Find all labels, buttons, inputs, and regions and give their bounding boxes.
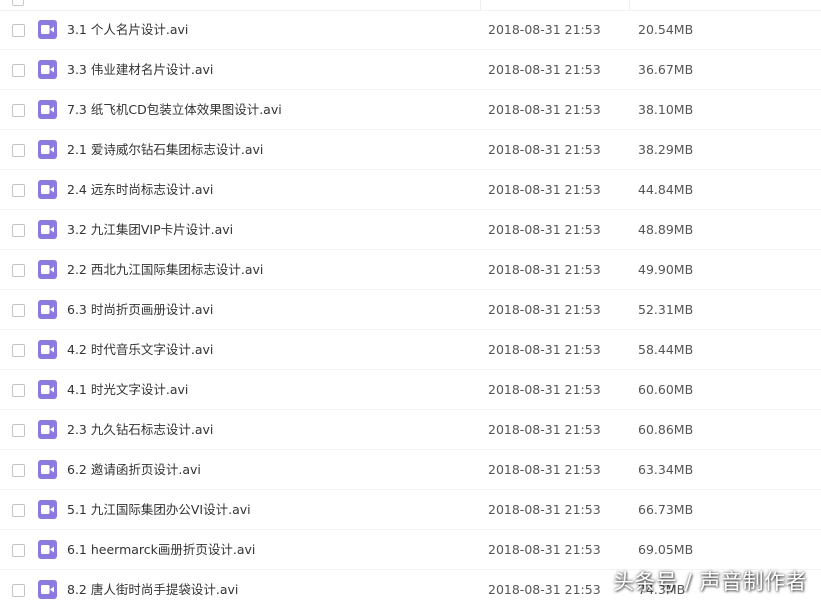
video-file-icon — [38, 460, 57, 479]
video-file-icon — [38, 500, 57, 519]
file-date: 2018-08-31 21:53 — [488, 102, 601, 117]
row-checkbox[interactable] — [12, 504, 25, 517]
video-file-icon — [38, 340, 57, 359]
file-name[interactable]: 2.2 西北九江国际集团标志设计.avi — [67, 250, 263, 290]
row-checkbox[interactable] — [12, 464, 25, 477]
video-file-icon — [38, 300, 57, 319]
file-date: 2018-08-31 21:53 — [488, 462, 601, 477]
file-date: 2018-08-31 21:53 — [488, 222, 601, 237]
video-file-icon — [38, 260, 57, 279]
file-date: 2018-08-31 21:53 — [488, 582, 601, 597]
video-file-icon — [38, 100, 57, 119]
file-date: 2018-08-31 21:53 — [488, 62, 601, 77]
file-name[interactable]: 2.1 爱诗威尔钻石集团标志设计.avi — [67, 130, 263, 170]
file-size: 58.44MB — [638, 342, 694, 357]
file-size: 60.60MB — [638, 382, 694, 397]
file-row[interactable]: 2.1 爱诗威尔钻石集团标志设计.avi 2018-08-31 21:53 38.2… — [0, 130, 821, 170]
file-name[interactable]: 4.2 时代音乐文字设计.avi — [67, 330, 213, 370]
file-row[interactable]: 3.2 九江集团VIP卡片设计.avi 2018-08-31 21:53 48.89… — [0, 210, 821, 250]
row-checkbox[interactable] — [12, 264, 25, 277]
file-size: 38.10MB — [638, 102, 694, 117]
file-name[interactable]: 2.4 远东时尚标志设计.avi — [67, 170, 213, 210]
watermark: 头条号 / 声音制作者 — [613, 570, 807, 594]
file-date: 2018-08-31 21:53 — [488, 342, 601, 357]
video-file-icon — [38, 580, 57, 599]
row-checkbox[interactable] — [12, 544, 25, 557]
file-name[interactable]: 6.2 邀请函折页设计.avi — [67, 450, 201, 490]
row-checkbox[interactable] — [12, 424, 25, 437]
file-name[interactable]: 7.3 纸飞机CD包装立体效果图设计.avi — [67, 90, 282, 130]
row-checkbox[interactable] — [12, 304, 25, 317]
file-list: 3.1 个人名片设计.avi 2018-08-31 21:53 20.54MB 3.3… — [0, 0, 821, 602]
file-name[interactable]: 6.1 heermarck画册折页设计.avi — [67, 530, 255, 570]
video-file-icon — [38, 420, 57, 439]
file-date: 2018-08-31 21:53 — [488, 422, 601, 437]
file-size: 69.05MB — [638, 542, 694, 557]
row-checkbox[interactable] — [12, 584, 25, 597]
file-size: 66.73MB — [638, 502, 694, 517]
file-size: 38.29MB — [638, 142, 694, 157]
video-file-icon — [38, 380, 57, 399]
file-row[interactable]: 2.4 远东时尚标志设计.avi 2018-08-31 21:53 44.84MB — [0, 170, 821, 210]
file-row[interactable]: 5.1 九江国际集团办公VI设计.avi 2018-08-31 21:53 66.7… — [0, 490, 821, 530]
file-row[interactable]: 3.3 伟业建材名片设计.avi 2018-08-31 21:53 36.67MB — [0, 50, 821, 90]
column-divider[interactable] — [480, 0, 481, 10]
file-name[interactable]: 5.1 九江国际集团办公VI设计.avi — [67, 490, 251, 530]
file-size: 20.54MB — [638, 22, 694, 37]
row-checkbox[interactable] — [12, 64, 25, 77]
file-row[interactable]: 6.1 heermarck画册折页设计.avi 2018-08-31 21:53 6… — [0, 530, 821, 570]
file-name[interactable]: 3.3 伟业建材名片设计.avi — [67, 50, 213, 90]
video-file-icon — [38, 20, 57, 39]
file-size: 63.34MB — [638, 462, 694, 477]
file-name[interactable]: 8.2 唐人街时尚手提袋设计.avi — [67, 570, 238, 602]
video-file-icon — [38, 140, 57, 159]
file-name[interactable]: 4.1 时光文字设计.avi — [67, 370, 188, 410]
file-row[interactable]: 2.3 九久钻石标志设计.avi 2018-08-31 21:53 60.86MB — [0, 410, 821, 450]
row-checkbox[interactable] — [12, 144, 25, 157]
file-size: 52.31MB — [638, 302, 694, 317]
file-date: 2018-08-31 21:53 — [488, 182, 601, 197]
video-file-icon — [38, 540, 57, 559]
file-rows: 3.1 个人名片设计.avi 2018-08-31 21:53 20.54MB 3.3… — [0, 10, 821, 602]
file-size: 48.89MB — [638, 222, 694, 237]
file-row[interactable]: 4.1 时光文字设计.avi 2018-08-31 21:53 60.60MB — [0, 370, 821, 410]
file-size: 44.84MB — [638, 182, 694, 197]
file-date: 2018-08-31 21:53 — [488, 542, 601, 557]
row-checkbox[interactable] — [12, 184, 25, 197]
file-name[interactable]: 2.3 九久钻石标志设计.avi — [67, 410, 213, 450]
file-name[interactable]: 6.3 时尚折页画册设计.avi — [67, 290, 213, 330]
select-all-checkbox[interactable] — [12, 0, 24, 6]
file-date: 2018-08-31 21:53 — [488, 142, 601, 157]
row-checkbox[interactable] — [12, 224, 25, 237]
file-size: 60.86MB — [638, 422, 694, 437]
file-row[interactable]: 2.2 西北九江国际集团标志设计.avi 2018-08-31 21:53 49.9… — [0, 250, 821, 290]
row-checkbox[interactable] — [12, 104, 25, 117]
file-name[interactable]: 3.1 个人名片设计.avi — [67, 10, 188, 50]
file-row[interactable]: 7.3 纸飞机CD包装立体效果图设计.avi 2018-08-31 21:53 38… — [0, 90, 821, 130]
file-date: 2018-08-31 21:53 — [488, 22, 601, 37]
file-size: 49.90MB — [638, 262, 694, 277]
video-file-icon — [38, 180, 57, 199]
file-size: 36.67MB — [638, 62, 694, 77]
file-date: 2018-08-31 21:53 — [488, 302, 601, 317]
row-checkbox[interactable] — [12, 384, 25, 397]
file-row[interactable]: 4.2 时代音乐文字设计.avi 2018-08-31 21:53 58.44MB — [0, 330, 821, 370]
file-row[interactable]: 6.2 邀请函折页设计.avi 2018-08-31 21:53 63.34MB — [0, 450, 821, 490]
column-divider[interactable] — [629, 0, 630, 10]
file-row[interactable]: 6.3 时尚折页画册设计.avi 2018-08-31 21:53 52.31MB — [0, 290, 821, 330]
file-date: 2018-08-31 21:53 — [488, 502, 601, 517]
file-row[interactable]: 3.1 个人名片设计.avi 2018-08-31 21:53 20.54MB — [0, 10, 821, 50]
file-name[interactable]: 3.2 九江集团VIP卡片设计.avi — [67, 210, 233, 250]
file-date: 2018-08-31 21:53 — [488, 262, 601, 277]
video-file-icon — [38, 220, 57, 239]
video-file-icon — [38, 60, 57, 79]
row-checkbox[interactable] — [12, 24, 25, 37]
file-date: 2018-08-31 21:53 — [488, 382, 601, 397]
row-checkbox[interactable] — [12, 344, 25, 357]
